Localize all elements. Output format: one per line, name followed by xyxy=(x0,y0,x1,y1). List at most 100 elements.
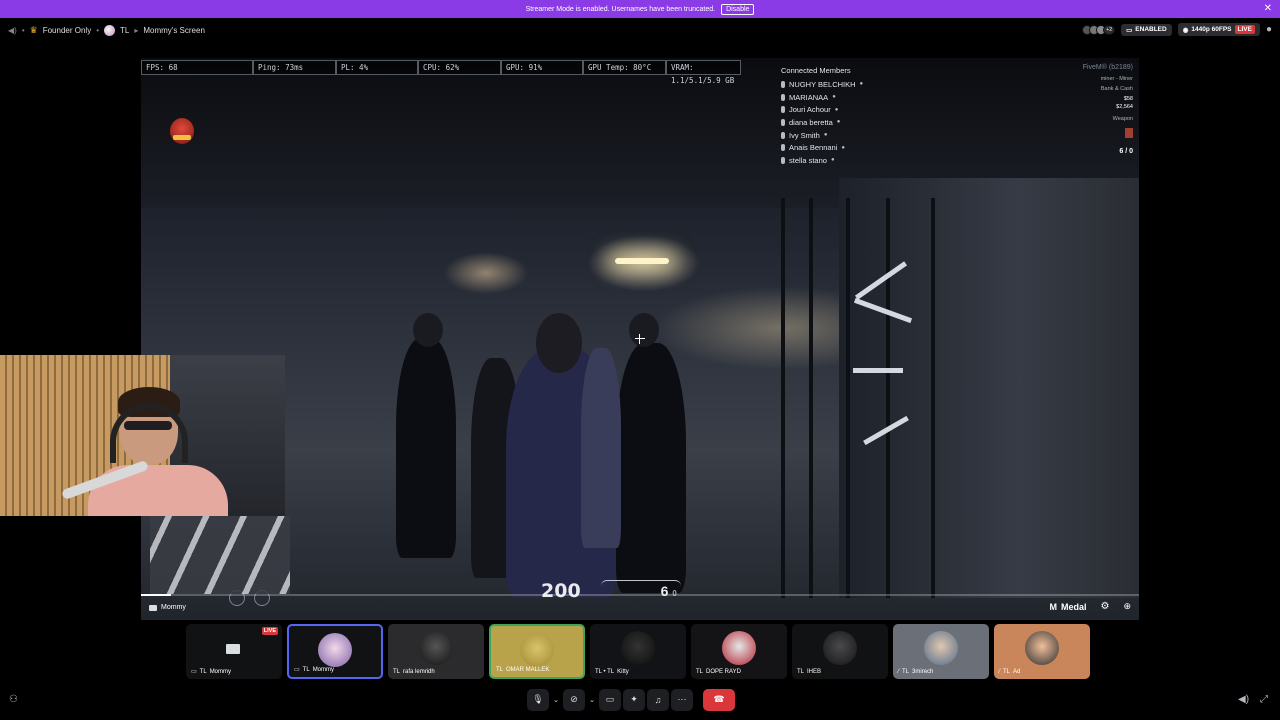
stream-progress[interactable] xyxy=(141,594,1139,596)
streamer-mode-banner: Streamer Mode is enabled. Usernames have… xyxy=(0,0,1280,18)
participant-tiles: LIVE ▭ TL Mommy ▭ TL Mommy TL rafa lemridh TL… xyxy=(186,624,1090,679)
stat-ping: Ping: 73ms xyxy=(253,60,336,75)
participant-tile[interactable]: LIVE ▭ TL Mommy xyxy=(186,624,282,679)
chevron-down-icon[interactable]: ⌄ xyxy=(587,689,597,711)
more-icon[interactable]: ⋯ xyxy=(671,688,693,711)
medal-button[interactable]: M Medal xyxy=(1049,602,1086,612)
webcam-overlay xyxy=(0,355,285,516)
ceiling-light xyxy=(615,258,669,264)
leave-call-icon[interactable]: ☎ xyxy=(703,688,735,711)
member-row: NUGHY BELCHIKH ● xyxy=(781,78,863,91)
camera-off-icon[interactable]: ⊘ xyxy=(563,688,585,711)
stat-pl: PL: 4% xyxy=(336,60,418,75)
bank-label: Bank & Cash xyxy=(1100,86,1133,92)
weapon-label: Weapon xyxy=(1112,116,1133,122)
crown-icon: ♛ xyxy=(29,24,38,35)
avatar xyxy=(823,631,857,665)
connected-members-list: Connected Members NUGHY BELCHIKH ● MARIAN… xyxy=(781,66,863,167)
participant-tile[interactable]: TL IHEB xyxy=(792,624,888,679)
soundboard-icon[interactable]: ♫ xyxy=(647,688,669,711)
hud-gauge xyxy=(601,580,681,602)
member-row: MARIANAA ● xyxy=(781,91,863,104)
participant-tile[interactable]: TL DOPE RAYD xyxy=(691,624,787,679)
arrow-icon: ▸ xyxy=(134,25,139,35)
mic-icon xyxy=(781,118,785,126)
screen-icon: ▭ xyxy=(191,669,197,675)
participant-tile[interactable]: ▭ TL Mommy xyxy=(287,624,383,679)
viewer-count: +2 xyxy=(1103,24,1116,35)
close-icon[interactable]: ✕ xyxy=(1264,3,1272,14)
stat-gpu-temp: GPU Temp: 80°C xyxy=(583,60,666,75)
cash-value: $58 xyxy=(1123,96,1133,102)
health-ammo-hud: 200 6 0 xyxy=(541,576,751,606)
zoom-icon[interactable]: ⊕ xyxy=(1123,601,1131,612)
mic-icon xyxy=(781,131,785,139)
member-row: Anais Bennani ● xyxy=(781,141,863,154)
game-hud-info: FiveM® (b2189) miner - Miner Bank & Cash… xyxy=(1083,64,1133,155)
server-name: Founder Only xyxy=(42,25,92,35)
call-header: ◀) • ♛ Founder Only • TL ▸ Mommy's Scree… xyxy=(8,23,1272,36)
participant-tile[interactable]: TL rafa lemridh xyxy=(388,624,484,679)
screen-icon: ▭ xyxy=(294,667,300,673)
banner-message: Streamer Mode is enabled. Usernames have… xyxy=(525,5,716,13)
avatar xyxy=(722,631,756,665)
avatar xyxy=(621,631,655,665)
mic-icon xyxy=(781,93,785,101)
fullscreen-icon[interactable]: ⤢ xyxy=(1260,694,1268,705)
call-controls: 🎙 ⌄ ⊘ ⌄ ▭ ✦ ♫ ⋯ ☎ xyxy=(527,688,735,711)
avatar xyxy=(924,631,958,665)
speaker-icon[interactable]: ◀) xyxy=(8,26,17,35)
screen-icon xyxy=(149,604,157,611)
stat-vram: VRAM: 1.1/5.1/5.9 GB xyxy=(666,60,741,85)
fivem-brand: FiveM® (b2189) xyxy=(1082,64,1133,71)
chevron-down-icon[interactable]: ⌄ xyxy=(551,689,561,711)
user-avatar xyxy=(104,24,115,36)
member-row: diana beretta ● xyxy=(781,116,863,129)
crosshair-icon xyxy=(635,334,645,344)
participant-tile[interactable]: ⁄ TL 3mirech xyxy=(893,624,989,679)
stat-fps: FPS: 68 xyxy=(141,60,253,75)
avatar xyxy=(1025,631,1059,665)
gear-icon[interactable]: ⚙ xyxy=(1100,601,1109,612)
mic-icon xyxy=(781,80,785,88)
live-badge: LIVE xyxy=(261,627,278,635)
avatar xyxy=(419,631,453,665)
member-row: Ivy Smith ● xyxy=(781,129,863,142)
participant-tile[interactable]: ⁄ TL Ad xyxy=(994,624,1090,679)
stat-cpu: CPU: 62% xyxy=(418,60,501,75)
invite-icon[interactable]: ⚇ xyxy=(9,694,18,705)
weapon-icon xyxy=(1125,128,1133,138)
stream-view[interactable]: FPS: 68 Ping: 73ms PL: 4% CPU: 62% GPU: … xyxy=(141,58,1139,620)
live-badge: LIVE xyxy=(1234,25,1255,34)
stream-owner-label: Mommy xyxy=(149,604,186,611)
mic-icon xyxy=(781,106,785,114)
activities-icon[interactable]: ✦ xyxy=(623,688,645,711)
enabled-status[interactable]: ▭ ENABLED xyxy=(1121,23,1172,36)
avatar xyxy=(318,633,352,667)
mic-icon[interactable]: 🎙 xyxy=(527,688,549,711)
bank-value: $2,564 xyxy=(1116,104,1133,110)
member-row: Jouri Achour ● xyxy=(781,103,863,116)
screen-share-icon[interactable]: ▭ xyxy=(599,688,621,711)
viewer-avatars[interactable]: +2 xyxy=(1082,24,1116,35)
hud-ammo: 6 / 0 xyxy=(1119,148,1133,155)
participant-tile[interactable]: TL OMAR MALLEK xyxy=(489,624,585,679)
mic-muted-icon: ⁄ xyxy=(999,669,1001,675)
server-logo xyxy=(170,118,194,144)
graffiti-art xyxy=(150,516,290,594)
progress-fill xyxy=(141,594,171,596)
members-title: Connected Members xyxy=(781,66,851,75)
avatar xyxy=(520,633,554,667)
character xyxy=(616,343,686,593)
user-tag: TL xyxy=(120,25,130,35)
character xyxy=(396,338,456,558)
stream-quality[interactable]: ◉ 1440p 60FPS LIVE xyxy=(1177,23,1260,36)
stream-controls: M Medal ⚙ ⊕ xyxy=(1049,601,1131,612)
participant-tile[interactable]: TL • TL Kitty xyxy=(590,624,686,679)
member-row: stella stano ● xyxy=(781,154,863,167)
signal-icon: ◉ xyxy=(1182,26,1189,34)
disable-streamer-mode-button[interactable]: Disable xyxy=(721,3,755,15)
chat-icon[interactable]: ● xyxy=(1266,24,1272,35)
volume-icon[interactable]: ◀) xyxy=(1238,694,1249,705)
health-value: 200 xyxy=(541,580,581,602)
